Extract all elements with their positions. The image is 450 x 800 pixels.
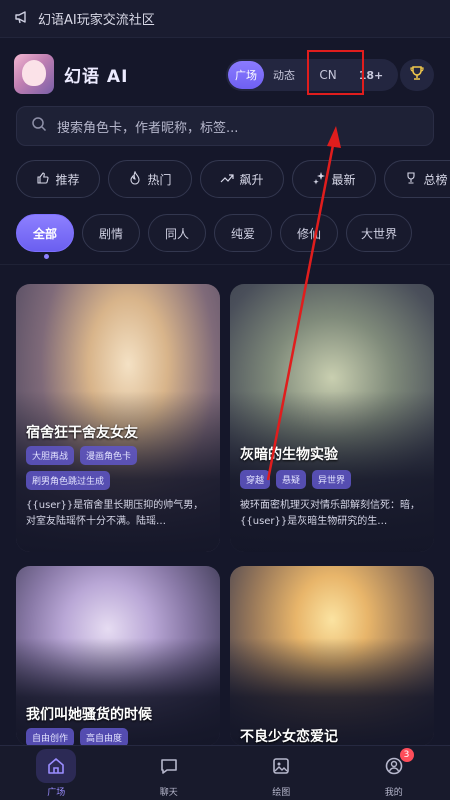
- nav-chat[interactable]: 聊天: [113, 746, 226, 800]
- tab-open-world[interactable]: 大世界: [346, 214, 413, 252]
- chat-icon: [149, 749, 189, 783]
- character-card[interactable]: 我们叫她骚货的时候 自由创作 高自由度: [16, 566, 220, 746]
- category-label: 飙升: [239, 172, 264, 187]
- character-card[interactable]: 宿舍狂干舍友女友 大胆再战 漫画角色卡 刷男角色跳过生成 {{user}}是宿舍…: [16, 284, 220, 552]
- app-logo: [14, 54, 54, 94]
- home-icon: [36, 748, 77, 783]
- card-tag: 刷男角色跳过生成: [26, 471, 111, 490]
- card-title: 宿舍狂干舍友女友: [26, 425, 138, 441]
- category-recommend[interactable]: 推荐: [16, 160, 100, 198]
- category-label: 总榜: [423, 172, 448, 187]
- card-tag: 大胆再战: [26, 446, 75, 465]
- notice-text: 幻语AI玩家交流社区: [38, 13, 155, 28]
- trophy-icon: [404, 171, 423, 188]
- tab-story[interactable]: 剧情: [82, 214, 140, 252]
- tab-cultivation[interactable]: 修仙: [280, 214, 338, 252]
- card-tag: 自由创作: [26, 728, 75, 746]
- active-tab-indicator: [44, 254, 49, 259]
- category-label: 最新: [331, 172, 356, 187]
- category-hot[interactable]: 热门: [108, 160, 192, 198]
- search-icon: [31, 116, 57, 136]
- card-tags: 穿越 悬疑 异世界: [240, 470, 430, 489]
- search-placeholder: 搜索角色卡，作者昵称，标签...: [57, 120, 239, 136]
- category-row: 推荐 热门 飙升 最新 总榜: [16, 160, 450, 198]
- mode-segment: 广场 动态 CN 18+: [226, 59, 398, 91]
- nav-label: 绘图: [272, 787, 291, 798]
- image-icon: [261, 749, 301, 783]
- app-root: 幻语AI玩家交流社区 幻语 AI 广场 动态 CN 18+ 搜索角色卡，作者昵称…: [0, 0, 450, 800]
- genre-tabs: 全部 剧情 同人 纯爱 修仙 大世界: [16, 214, 450, 252]
- tab-romance[interactable]: 纯爱: [214, 214, 272, 252]
- card-tag: 高自由度: [80, 728, 129, 746]
- search-bar[interactable]: 搜索角色卡，作者昵称，标签...: [16, 106, 434, 146]
- card-title: 不良少女恋爱记: [240, 729, 338, 745]
- card-description: 被环面密机理灭对情乐部解刻信死：暗，{{user}}是灰暗生物研究的生…: [240, 500, 420, 527]
- nav-profile[interactable]: 3 我的: [338, 746, 450, 800]
- card-tag: 异世界: [312, 470, 352, 489]
- category-overall[interactable]: 总榜: [384, 160, 450, 198]
- trophy-icon: [409, 65, 425, 85]
- nav-draw[interactable]: 绘图: [225, 746, 338, 800]
- card-title: 我们叫她骚货的时候: [26, 707, 152, 723]
- segment-cn[interactable]: CN: [304, 61, 352, 89]
- category-rising[interactable]: 飙升: [200, 160, 284, 198]
- tab-all[interactable]: 全部: [16, 214, 74, 252]
- sparkle-icon: [312, 171, 331, 188]
- leaderboard-button[interactable]: [400, 59, 434, 91]
- card-tags: 自由创作 高自由度: [26, 728, 216, 746]
- notice-bar[interactable]: 幻语AI玩家交流社区: [0, 0, 450, 38]
- card-tag: 漫画角色卡: [80, 446, 138, 465]
- character-card[interactable]: 不良少女恋爱记: [230, 566, 434, 746]
- nav-plaza[interactable]: 广场: [0, 746, 113, 800]
- category-new[interactable]: 最新: [292, 160, 376, 198]
- megaphone-icon: [14, 9, 38, 29]
- segment-feed[interactable]: 动态: [264, 61, 304, 89]
- category-label: 推荐: [55, 172, 80, 187]
- card-tag: 悬疑: [276, 470, 307, 489]
- notification-badge: 3: [399, 748, 414, 762]
- flame-icon: [128, 170, 147, 188]
- nav-label: 广场: [47, 787, 66, 798]
- bottom-nav: 广场 聊天 绘图 3 我的: [0, 745, 450, 800]
- app-title: 幻语 AI: [64, 66, 129, 87]
- segment-plaza[interactable]: 广场: [228, 61, 264, 89]
- card-tags: 大胆再战 漫画角色卡 刷男角色跳过生成: [26, 446, 216, 490]
- tab-fanfic[interactable]: 同人: [148, 214, 206, 252]
- nav-label: 我的: [384, 787, 403, 798]
- category-label: 热门: [147, 172, 172, 187]
- segment-18plus[interactable]: 18+: [352, 61, 390, 89]
- card-title: 灰暗的生物实验: [240, 447, 338, 463]
- thumb-up-icon: [36, 171, 55, 188]
- divider: [0, 264, 450, 265]
- card-description: {{user}}是宿舍里长期压抑的帅气男，对室友陆瑶怀十分不满。陆瑶…: [26, 500, 204, 527]
- card-tag: 穿越: [240, 470, 271, 489]
- trend-up-icon: [220, 171, 239, 188]
- character-card[interactable]: 灰暗的生物实验 穿越 悬疑 异世界 被环面密机理灭对情乐部解刻信死：暗，{{us…: [230, 284, 434, 552]
- nav-label: 聊天: [159, 787, 178, 798]
